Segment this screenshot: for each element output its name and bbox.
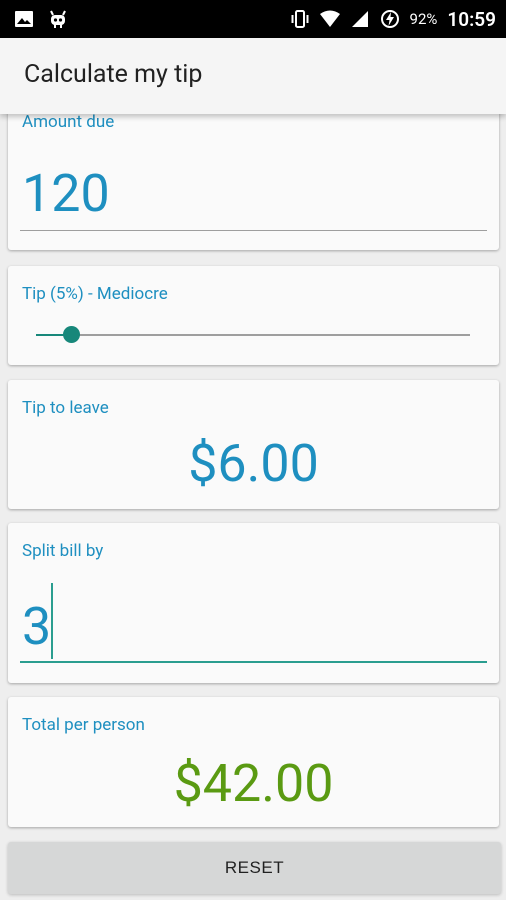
amount-due-input[interactable]: 120	[22, 168, 110, 220]
cell-signal-icon	[351, 11, 368, 27]
amount-due-card: Amount due 120	[8, 100, 499, 250]
image-icon	[15, 11, 33, 27]
reset-button[interactable]: RESET	[8, 842, 501, 894]
page-title: Calculate my tip	[24, 60, 203, 89]
vibrate-icon	[291, 10, 309, 28]
app-bar: Calculate my tip	[0, 38, 506, 114]
tip-slider-thumb[interactable]	[62, 326, 80, 343]
split-bill-input[interactable]: 3	[22, 601, 51, 653]
text-cursor	[51, 583, 53, 659]
tip-to-leave-value: $6.00	[188, 433, 319, 494]
status-bar: 92% 10:59	[0, 0, 506, 38]
split-bill-underline	[20, 661, 487, 663]
battery-saver-icon	[380, 10, 399, 28]
tip-card: Tip (5%) - Mediocre	[8, 266, 499, 365]
total-per-person-card: Total per person $42.00	[8, 697, 499, 827]
tip-label: Tip (5%) - Mediocre	[22, 284, 168, 304]
total-per-person-label: Total per person	[22, 715, 145, 735]
amount-due-underline	[20, 230, 487, 231]
total-per-person-value: $42.00	[173, 753, 334, 814]
battery-percent: 92%	[409, 10, 438, 28]
amount-due-label: Amount due	[22, 112, 115, 132]
clock: 10:59	[447, 7, 496, 31]
tip-slider[interactable]	[36, 326, 470, 343]
tip-to-leave-label: Tip to leave	[22, 398, 109, 418]
android-robot-icon	[50, 10, 66, 28]
split-bill-label: Split bill by	[22, 541, 104, 561]
split-bill-card: Split bill by 3	[8, 523, 499, 683]
tip-to-leave-card: Tip to leave $6.00	[8, 380, 499, 509]
wifi-icon	[319, 10, 340, 27]
